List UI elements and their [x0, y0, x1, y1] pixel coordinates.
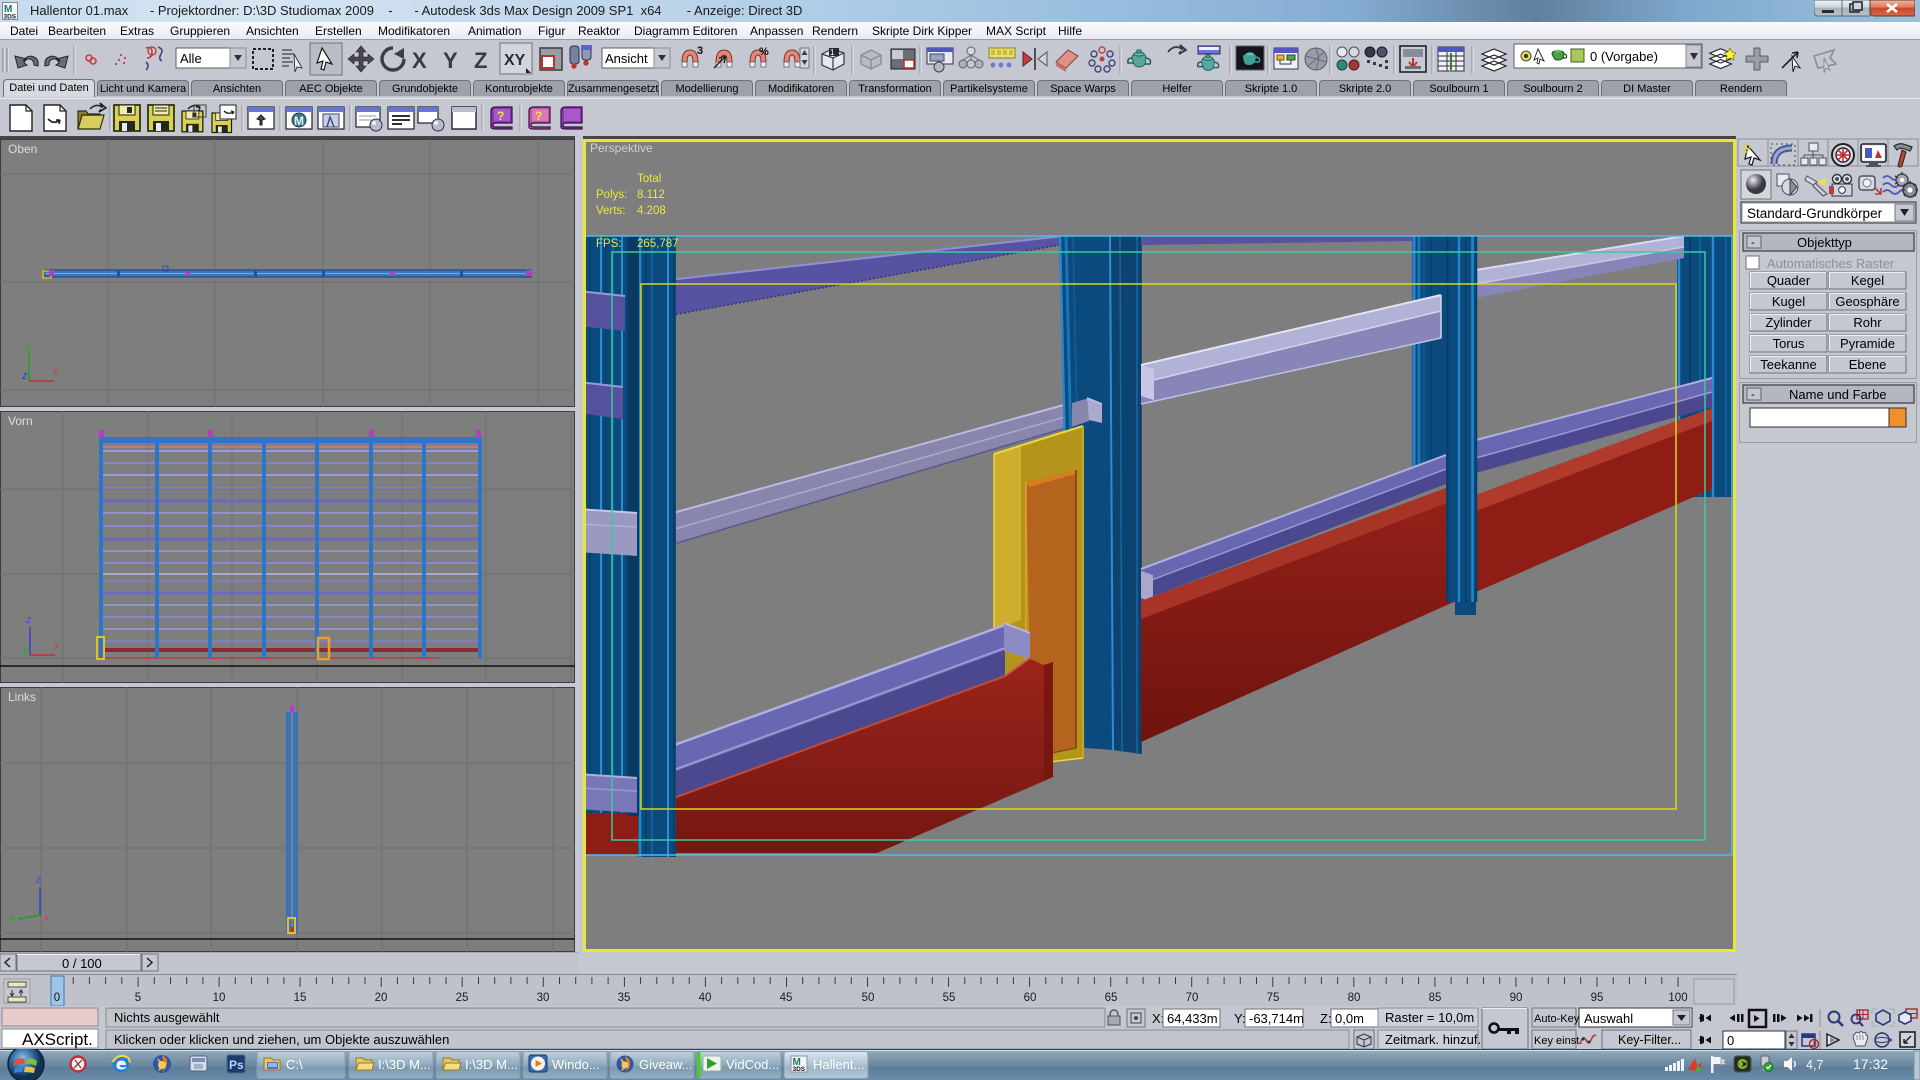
- svg-text:Y: Y: [443, 48, 458, 73]
- svg-text:1: 1: [830, 48, 835, 57]
- svg-text:Polys:: Polys:: [596, 189, 627, 201]
- svg-text:XY: XY: [504, 52, 526, 69]
- svg-text:Auto-Key: Auto-Key: [1534, 1013, 1580, 1025]
- svg-text:5: 5: [135, 992, 141, 1004]
- svg-text:-: -: [1751, 389, 1755, 401]
- svg-text:Z: Z: [474, 48, 487, 73]
- svg-text:80: 80: [1348, 992, 1361, 1004]
- svg-text:Giveaw...: Giveaw...: [639, 1057, 692, 1072]
- svg-text:Links: Links: [8, 690, 36, 704]
- svg-text:-63,714m: -63,714m: [1249, 1011, 1304, 1026]
- svg-text:?: ?: [535, 109, 542, 123]
- svg-text:Ps: Ps: [229, 1058, 244, 1072]
- svg-text:265,787: 265,787: [637, 238, 679, 250]
- svg-text:10: 10: [213, 992, 226, 1004]
- svg-text:0 / 100: 0 / 100: [62, 956, 102, 971]
- svg-text:C:\: C:\: [286, 1057, 303, 1072]
- svg-text:75: 75: [1267, 992, 1280, 1004]
- svg-text:%: %: [759, 46, 769, 58]
- svg-text:Automatisches Raster: Automatisches Raster: [1767, 256, 1895, 271]
- svg-text:4.208: 4.208: [637, 205, 666, 217]
- svg-text:Oben: Oben: [8, 142, 37, 156]
- svg-text:Hallent...: Hallent...: [813, 1057, 864, 1072]
- svg-text:Kegel: Kegel: [1851, 273, 1884, 288]
- svg-text:Ansicht: Ansicht: [605, 51, 648, 66]
- svg-text:Nichts ausgewählt: Nichts ausgewählt: [114, 1010, 220, 1025]
- svg-text:0,0m: 0,0m: [1335, 1011, 1364, 1026]
- svg-text:x: x: [53, 640, 60, 652]
- svg-text:Kugel: Kugel: [1772, 294, 1805, 309]
- svg-text:25: 25: [456, 992, 469, 1004]
- svg-text:65: 65: [1105, 992, 1118, 1004]
- svg-text:Zylinder: Zylinder: [1765, 315, 1812, 330]
- svg-text:90: 90: [1510, 992, 1523, 1004]
- svg-text:FPS:: FPS:: [596, 238, 622, 250]
- svg-text:z: z: [35, 874, 42, 886]
- svg-text:15: 15: [294, 992, 307, 1004]
- svg-text:Name und Farbe: Name und Farbe: [1789, 387, 1887, 402]
- svg-text:Alle: Alle: [180, 51, 202, 66]
- svg-text:Perspektive: Perspektive: [590, 141, 653, 155]
- svg-text:Quader: Quader: [1767, 273, 1811, 288]
- svg-text:I:\3D M...: I:\3D M...: [378, 1057, 431, 1072]
- svg-text:20: 20: [375, 992, 388, 1004]
- svg-text:Zeitmark. hinzuf.: Zeitmark. hinzuf.: [1385, 1032, 1481, 1047]
- svg-text:85: 85: [1429, 992, 1442, 1004]
- svg-text:0 (Vorgabe): 0 (Vorgabe): [1590, 49, 1658, 64]
- svg-text:Verts:: Verts:: [596, 205, 625, 217]
- svg-text:Vorn: Vorn: [8, 414, 33, 428]
- svg-text:Klicken oder klicken und ziehe: Klicken oder klicken und ziehen, um Obje…: [114, 1032, 449, 1047]
- svg-text:Ebene: Ebene: [1849, 357, 1887, 372]
- svg-text:Rohr: Rohr: [1853, 315, 1882, 330]
- svg-text:Z:: Z:: [1320, 1011, 1332, 1026]
- svg-text:AXScript.: AXScript.: [22, 1030, 93, 1049]
- svg-text:30: 30: [537, 992, 550, 1004]
- svg-text:z: z: [21, 370, 28, 382]
- svg-text:I:\3D M...: I:\3D M...: [465, 1057, 518, 1072]
- svg-text:Teekanne: Teekanne: [1760, 357, 1816, 372]
- svg-text:60: 60: [1024, 992, 1037, 1004]
- svg-text:Auswahl: Auswahl: [1584, 1011, 1633, 1026]
- svg-text:Key einst.: Key einst.: [1534, 1035, 1582, 1047]
- svg-text:100: 100: [1668, 992, 1687, 1004]
- svg-text:0: 0: [1727, 1033, 1734, 1048]
- svg-text:95: 95: [1591, 992, 1604, 1004]
- svg-text:?: ?: [497, 109, 504, 123]
- svg-text:Raster = 10,0m: Raster = 10,0m: [1385, 1010, 1474, 1025]
- svg-text:8.112: 8.112: [637, 189, 665, 201]
- svg-text:Windo...: Windo...: [552, 1057, 600, 1072]
- svg-text:17:32: 17:32: [1853, 1056, 1888, 1072]
- svg-text:Objekttyp: Objekttyp: [1797, 235, 1852, 250]
- svg-text:Y:: Y:: [1234, 1011, 1246, 1026]
- svg-text:40: 40: [699, 992, 712, 1004]
- svg-text:x: x: [43, 912, 50, 924]
- svg-text:-: -: [1751, 237, 1755, 249]
- svg-text:3DS: 3DS: [4, 14, 17, 20]
- svg-text:70: 70: [1186, 992, 1199, 1004]
- svg-text:3DS: 3DS: [793, 1066, 806, 1073]
- svg-text:Standard-Grundkörper: Standard-Grundkörper: [1747, 206, 1883, 221]
- svg-text:x: x: [52, 366, 59, 378]
- svg-text:4,7: 4,7: [1806, 1058, 1823, 1072]
- svg-text:VidCod...: VidCod...: [726, 1057, 779, 1072]
- svg-text:3: 3: [697, 45, 703, 57]
- svg-text:Pyramide: Pyramide: [1840, 336, 1895, 351]
- svg-text:0: 0: [54, 992, 60, 1004]
- svg-text:Key-Filter...: Key-Filter...: [1618, 1033, 1681, 1047]
- svg-text:64,433m: 64,433m: [1167, 1011, 1218, 1026]
- svg-text:Total: Total: [637, 173, 661, 185]
- svg-text:35: 35: [618, 992, 631, 1004]
- svg-text:X:: X:: [1152, 1011, 1164, 1026]
- svg-text:50: 50: [862, 992, 875, 1004]
- svg-text:M: M: [294, 114, 304, 128]
- svg-text:Torus: Torus: [1773, 336, 1805, 351]
- svg-text:55: 55: [943, 992, 956, 1004]
- svg-text:z: z: [25, 614, 32, 626]
- svg-text:Geosphäre: Geosphäre: [1835, 294, 1899, 309]
- svg-text:X: X: [412, 48, 427, 73]
- svg-text:45: 45: [780, 992, 793, 1004]
